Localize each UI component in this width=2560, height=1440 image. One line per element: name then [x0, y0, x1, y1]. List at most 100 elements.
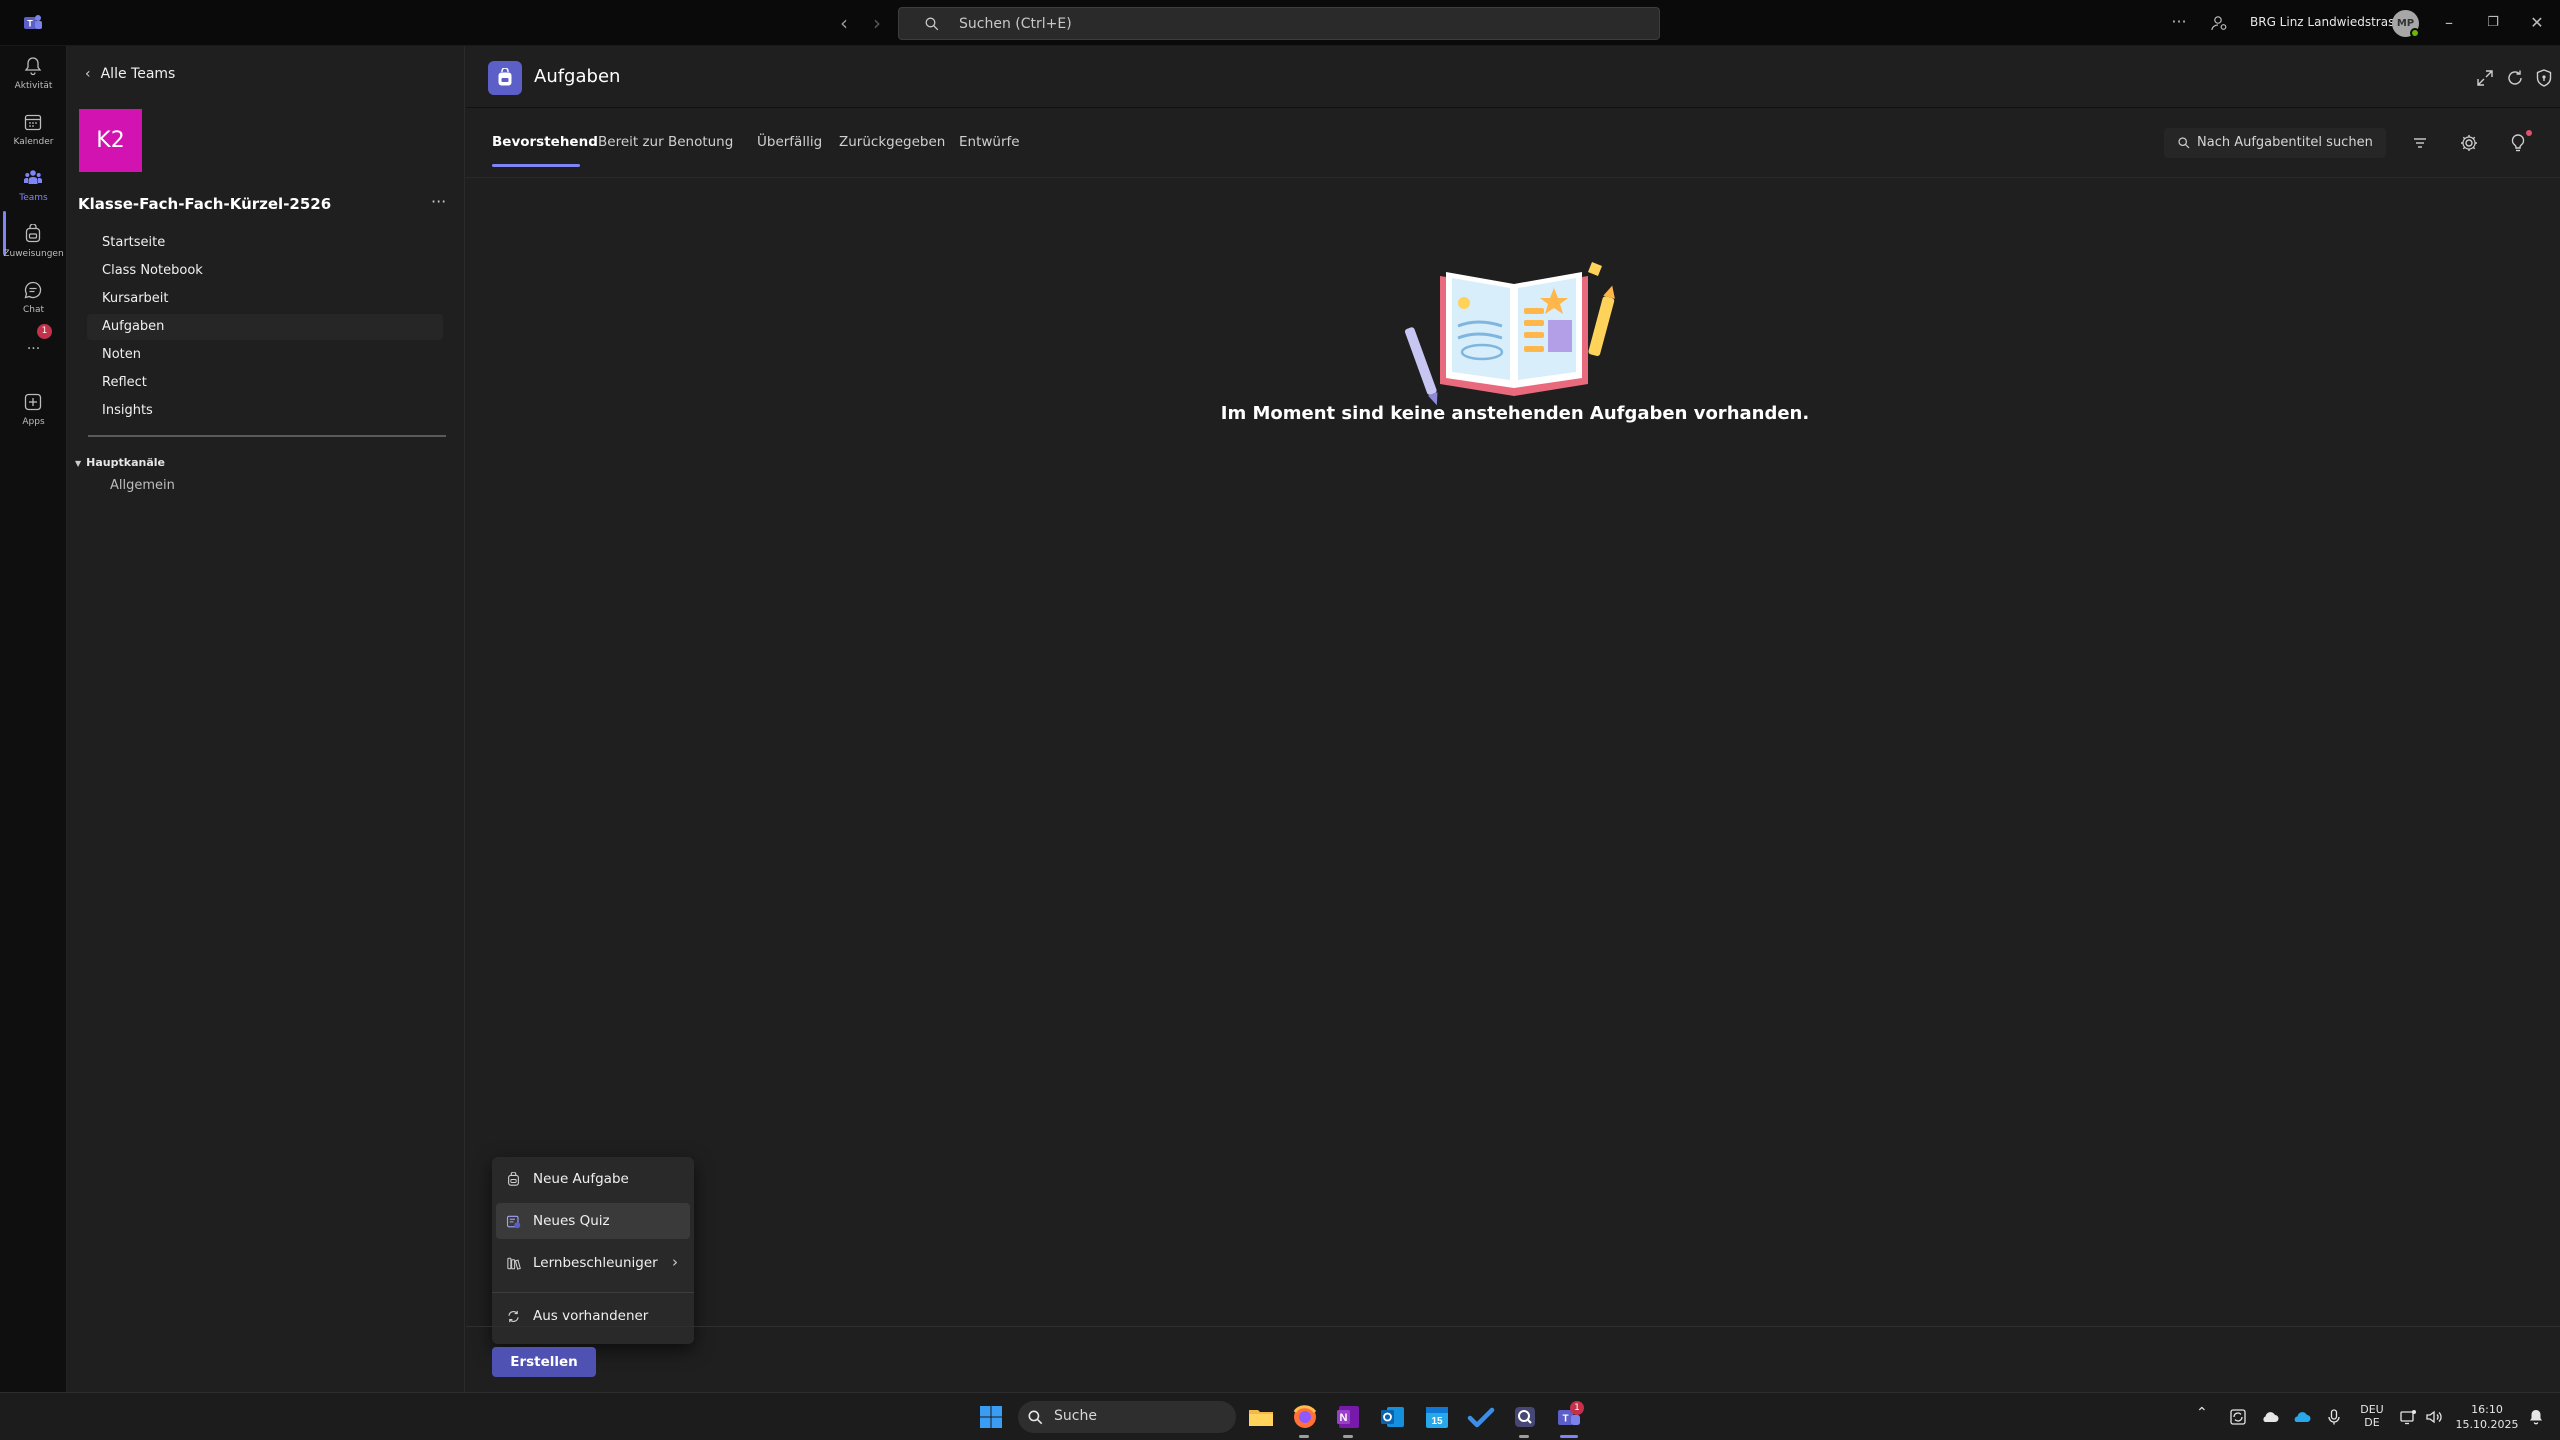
onedrive-icon[interactable]: [2292, 1407, 2312, 1427]
sidebar-item-label: Insights: [102, 403, 153, 418]
team-name: Klasse-Fach-Fach-Kürzel-2526: [78, 195, 332, 213]
sidebar-item-assignments[interactable]: Aufgaben: [87, 314, 443, 340]
assignment-search-input[interactable]: Nach Aufgabentitel suchen: [2164, 128, 2386, 158]
notifications-bell-icon[interactable]: [2526, 1407, 2546, 1427]
channels-section-header[interactable]: ▼ Hauptkanäle: [75, 456, 165, 469]
all-teams-back-link[interactable]: ‹ Alle Teams: [85, 66, 175, 82]
org-name[interactable]: BRG Linz Landwiedstrasse: [2250, 15, 2408, 29]
lightbulb-icon[interactable]: [2507, 132, 2529, 154]
microphone-icon[interactable]: [2324, 1407, 2344, 1427]
assignment-search-placeholder: Nach Aufgabentitel suchen: [2197, 135, 2373, 150]
running-indicator: [1343, 1435, 1353, 1438]
volume-icon[interactable]: [2424, 1407, 2444, 1427]
svg-text:T: T: [1562, 1414, 1568, 1425]
forms-quiz-icon: [506, 1215, 521, 1229]
windows-start-icon[interactable]: [979, 1405, 1003, 1429]
tab-ready-to-grade[interactable]: Bereit zur Benotung: [598, 134, 733, 150]
shield-icon[interactable]: [2534, 68, 2554, 88]
rail-item-assignments[interactable]: Zuweisungen: [0, 214, 67, 270]
tab-overdue[interactable]: Überfällig: [757, 134, 822, 150]
books-icon: [507, 1257, 521, 1270]
teams-taskbar-badge: 1: [1570, 1401, 1584, 1415]
tray-overflow-chevron-icon[interactable]: ⌃: [2196, 1405, 2208, 1421]
teams-logo-icon: T: [24, 15, 42, 29]
rail-item-teams[interactable]: Teams: [0, 158, 67, 214]
active-tab-indicator: [492, 164, 580, 167]
filter-icon[interactable]: [2409, 132, 2431, 154]
refresh-icon[interactable]: [2505, 68, 2525, 88]
channel-general[interactable]: Allgemein: [110, 478, 175, 493]
sidebar-item-label: Class Notebook: [102, 263, 203, 278]
people-settings-icon[interactable]: [2210, 14, 2228, 32]
calendar-app-icon[interactable]: 15: [1422, 1402, 1452, 1432]
search-icon: [2178, 137, 2190, 149]
sidebar-item-grades[interactable]: Noten: [87, 342, 443, 368]
sidebar-item-reflect[interactable]: Reflect: [87, 370, 443, 396]
rail-item-apps[interactable]: Apps: [0, 382, 67, 438]
menu-item-new-quiz[interactable]: Neues Quiz: [496, 1203, 690, 1239]
close-icon[interactable]: ✕: [2526, 12, 2548, 34]
taskbar-search-label: Suche: [1054, 1408, 1097, 1424]
calendar-icon: [24, 114, 42, 131]
rail-item-chat[interactable]: Chat: [0, 270, 67, 326]
sidebar-item-coursework[interactable]: Kursarbeit: [87, 286, 443, 312]
search-icon: [925, 17, 939, 31]
team-more-options-icon[interactable]: ···: [431, 192, 446, 211]
backpack-icon: [25, 224, 41, 243]
network-icon[interactable]: [2398, 1407, 2418, 1427]
rail-item-more[interactable]: ...: [0, 331, 67, 367]
quiz-app-icon[interactable]: [1510, 1402, 1540, 1432]
assignments-app-icon: [488, 61, 522, 95]
sidebar-item-class-notebook[interactable]: Class Notebook: [87, 258, 443, 284]
app-header: Aufgaben: [466, 46, 2560, 108]
sidebar-item-label: Kursarbeit: [102, 291, 169, 306]
team-avatar: K2: [79, 109, 142, 172]
todo-check-icon[interactable]: [1466, 1402, 1496, 1432]
cloud-icon[interactable]: [2260, 1407, 2280, 1427]
expand-icon[interactable]: [2475, 68, 2495, 88]
back-nav-icon[interactable]: ‹: [833, 12, 855, 34]
menu-item-label: Lernbeschleuniger: [533, 1255, 658, 1271]
forward-nav-icon[interactable]: ›: [866, 12, 888, 34]
tabs-divider: [466, 177, 2560, 178]
svg-text:15: 15: [1431, 1416, 1443, 1427]
clock-time: 16:10: [2471, 1403, 2503, 1416]
onenote-icon[interactable]: N: [1334, 1402, 1364, 1432]
sidebar-item-home[interactable]: Startseite: [87, 230, 443, 256]
sidebar-item-label: Startseite: [102, 235, 166, 250]
global-search-input[interactable]: Suchen (Ctrl+E): [898, 7, 1660, 40]
menu-item-reuse-existing[interactable]: Aus vorhandener: [496, 1298, 690, 1334]
empty-state-message: Im Moment sind keine anstehenden Aufgabe…: [1220, 403, 1810, 424]
firefox-icon[interactable]: [1290, 1402, 1320, 1432]
apps-add-icon: [24, 393, 42, 411]
gear-icon[interactable]: [2458, 132, 2480, 154]
rail-item-activity[interactable]: Aktivität: [0, 46, 67, 102]
menu-item-learning-accelerators[interactable]: Lernbeschleuniger ›: [496, 1245, 690, 1281]
title-bar: T ‹ › Suchen (Ctrl+E) ··· BRG Linz Landw…: [0, 0, 2560, 46]
sidebar-item-insights[interactable]: Insights: [87, 398, 443, 424]
sidebar-item-label: Noten: [102, 347, 142, 362]
tab-upcoming[interactable]: Bevorstehend: [492, 134, 598, 150]
file-explorer-icon[interactable]: [1246, 1402, 1276, 1432]
tab-drafts[interactable]: Entwürfe: [959, 134, 1020, 150]
menu-item-new-assignment[interactable]: Neue Aufgabe: [496, 1161, 690, 1197]
more-options-icon[interactable]: ···: [2168, 11, 2190, 33]
app-rail: Aktivität Kalender Teams Zuweisungen Cha…: [0, 46, 67, 1392]
running-indicator: [1519, 1435, 1529, 1438]
notification-dot: [2526, 130, 2532, 136]
global-search-placeholder: Suchen (Ctrl+E): [959, 16, 1072, 32]
rail-item-calendar[interactable]: Kalender: [0, 102, 67, 158]
sync-icon[interactable]: [2228, 1407, 2248, 1427]
outlook-icon[interactable]: [1378, 1402, 1408, 1432]
create-button[interactable]: Erstellen: [492, 1347, 596, 1377]
chevron-left-icon: ‹: [85, 66, 91, 82]
input-language[interactable]: DEU DE: [2356, 1403, 2388, 1429]
taskbar-search-input[interactable]: Suche: [1018, 1401, 1236, 1433]
restore-icon[interactable]: ❐: [2482, 12, 2504, 34]
system-clock[interactable]: 16:10 15.10.2025: [2452, 1402, 2522, 1432]
channels-section-label: Hauptkanäle: [86, 456, 165, 469]
active-app-indicator: [1560, 1435, 1578, 1438]
tab-returned[interactable]: Zurückgegeben: [839, 134, 945, 150]
rail-label-teams: Teams: [19, 193, 48, 203]
minimize-icon[interactable]: –: [2438, 12, 2460, 34]
